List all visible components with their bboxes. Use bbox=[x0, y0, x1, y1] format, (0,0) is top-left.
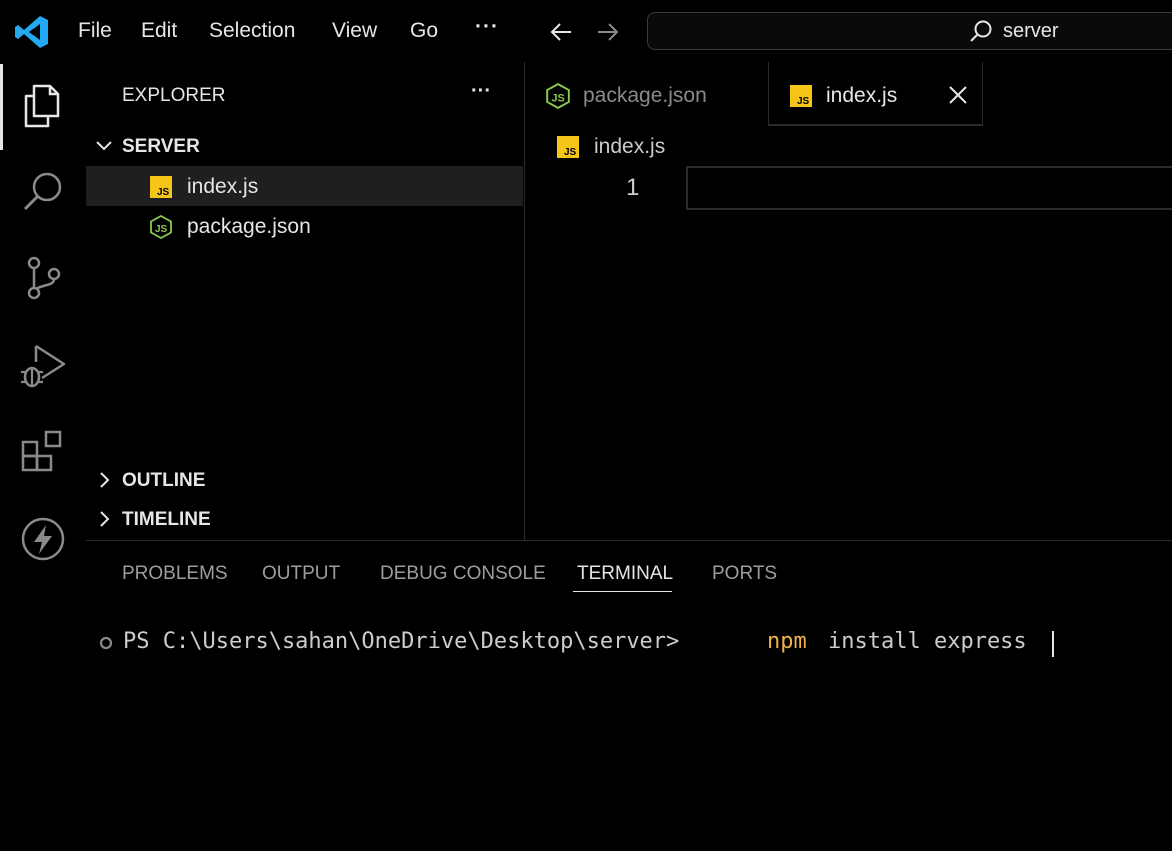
folder-server[interactable]: SERVER bbox=[122, 136, 200, 158]
search-text: server bbox=[1003, 20, 1059, 42]
breadcrumb[interactable]: index.js bbox=[594, 135, 665, 159]
source-control-icon[interactable] bbox=[20, 254, 66, 304]
file-label-index-js: index.js bbox=[187, 175, 259, 198]
file-label-package-json[interactable]: package.json bbox=[187, 215, 311, 239]
vscode-logo-icon bbox=[14, 14, 50, 50]
menu-view[interactable]: View bbox=[332, 19, 377, 43]
menu-go[interactable]: Go bbox=[410, 19, 438, 43]
outline-section[interactable]: OUTLINE bbox=[122, 470, 205, 492]
terminal-command: npm bbox=[767, 629, 807, 654]
tab-label-index-js: index.js bbox=[826, 84, 898, 107]
js-file-icon: JS bbox=[557, 136, 579, 158]
command-center-search[interactable] bbox=[647, 12, 1172, 50]
close-icon[interactable] bbox=[947, 84, 969, 106]
active-indicator bbox=[0, 64, 3, 150]
chevron-down-icon[interactable] bbox=[95, 138, 113, 154]
command-status-icon[interactable] bbox=[99, 636, 113, 650]
svg-text:JS: JS bbox=[155, 224, 168, 235]
menu-file[interactable]: File bbox=[78, 19, 112, 43]
svg-text:JS: JS bbox=[564, 147, 577, 158]
terminal-args: install express bbox=[828, 629, 1027, 654]
menu-more-button[interactable]: ··· bbox=[475, 15, 499, 39]
js-file-icon: JS bbox=[790, 85, 812, 107]
explorer-icon[interactable] bbox=[20, 82, 64, 130]
active-tab-underline bbox=[573, 591, 672, 592]
thunder-client-icon[interactable] bbox=[20, 516, 66, 562]
explorer-title: EXPLORER bbox=[122, 85, 226, 106]
explorer-more-button[interactable]: ··· bbox=[471, 80, 491, 103]
run-debug-icon[interactable] bbox=[18, 340, 68, 390]
panel-tab-output[interactable]: OUTPUT bbox=[262, 563, 340, 585]
search-icon bbox=[968, 19, 994, 45]
back-arrow-icon[interactable] bbox=[548, 19, 574, 45]
extensions-icon[interactable] bbox=[19, 428, 67, 476]
line-number: 1 bbox=[626, 174, 640, 201]
tab-package-json[interactable]: package.json bbox=[583, 84, 707, 108]
terminal-cursor[interactable] bbox=[1052, 631, 1054, 657]
panel-tab-ports[interactable]: PORTS bbox=[712, 563, 777, 585]
search-view-icon[interactable] bbox=[20, 168, 66, 214]
svg-text:JS: JS bbox=[797, 96, 810, 107]
timeline-section[interactable]: TIMELINE bbox=[122, 509, 211, 531]
node-json-file-icon: JS bbox=[546, 83, 570, 109]
tab-active-border bbox=[768, 124, 983, 126]
svg-text:JS: JS bbox=[157, 187, 170, 198]
menu-edit[interactable]: Edit bbox=[141, 19, 177, 43]
sidebar-divider[interactable] bbox=[524, 62, 525, 540]
panel-tab-debug-console[interactable]: DEBUG CONSOLE bbox=[380, 563, 546, 585]
chevron-right-icon[interactable] bbox=[97, 471, 113, 489]
forward-arrow-icon[interactable] bbox=[595, 19, 621, 45]
terminal-prompt: PS C:\Users\sahan\OneDrive\Desktop\serve… bbox=[123, 629, 680, 654]
panel-border bbox=[86, 540, 1172, 541]
panel-tab-problems[interactable]: PROBLEMS bbox=[122, 563, 228, 585]
svg-text:JS: JS bbox=[552, 92, 565, 104]
chevron-right-icon[interactable] bbox=[97, 510, 113, 528]
js-file-icon: JS bbox=[150, 176, 172, 198]
node-json-file-icon: JS bbox=[150, 215, 172, 239]
panel-tab-terminal[interactable]: TERMINAL bbox=[577, 563, 673, 585]
menu-selection[interactable]: Selection bbox=[209, 19, 295, 43]
current-line-highlight[interactable] bbox=[686, 166, 1172, 210]
